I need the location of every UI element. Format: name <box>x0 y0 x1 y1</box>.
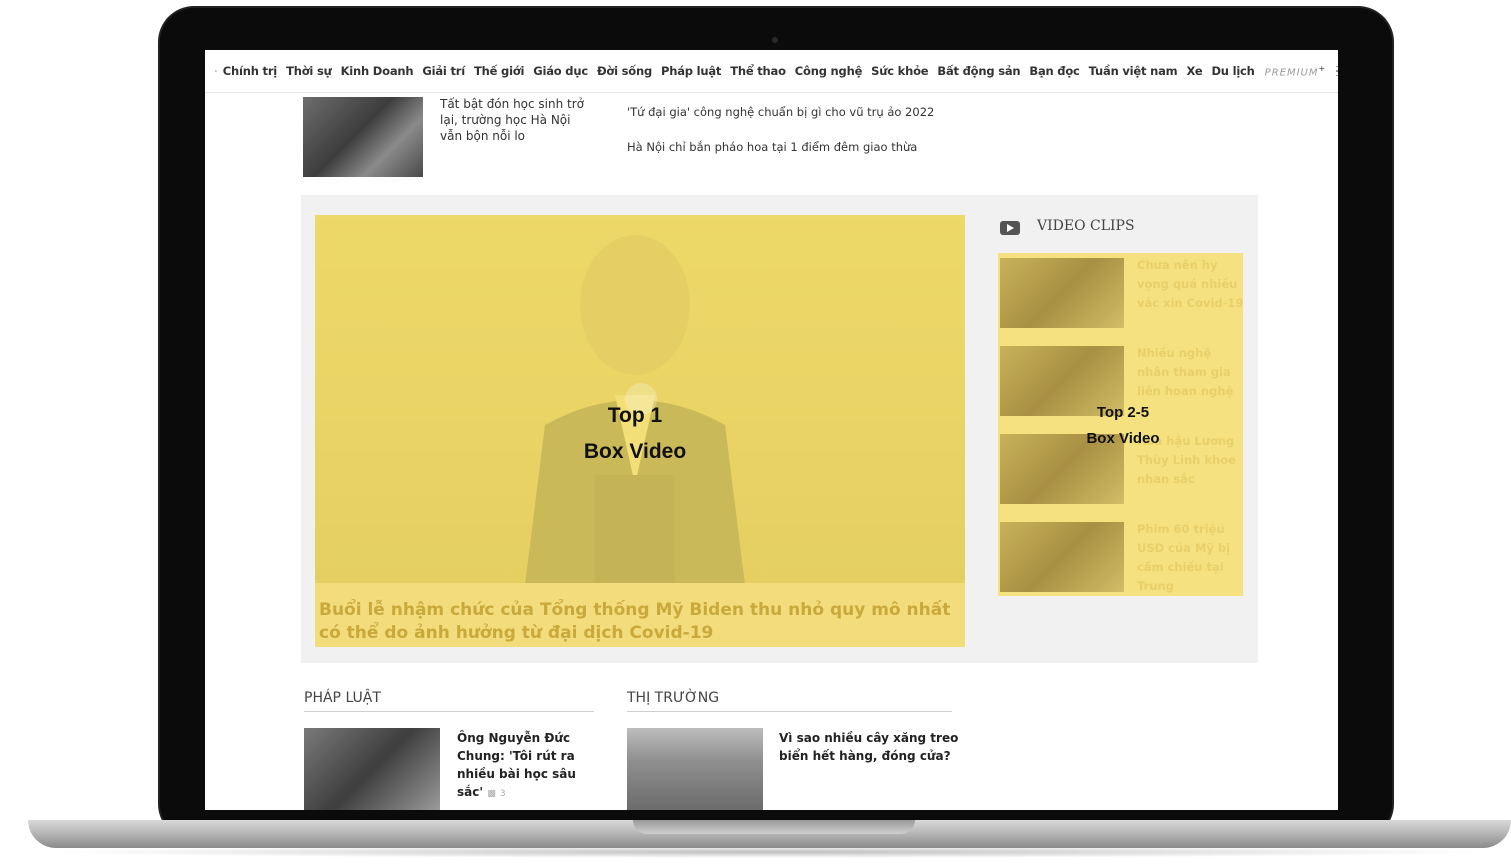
nav-item-kinh-doanh[interactable]: Kinh Doanh <box>341 64 414 78</box>
premium-link[interactable]: PREMIUM+ <box>1265 64 1327 78</box>
clip-thumbnail[interactable] <box>1000 522 1124 592</box>
section-divider <box>304 711 594 712</box>
thi-truong-thumbnail[interactable] <box>627 728 763 810</box>
clip-title-2[interactable]: Nhiều nghệ nhân tham gia liên hoan nghệ <box>1137 344 1245 401</box>
nav-item-ban-doc[interactable]: Bạn đọc <box>1029 64 1079 78</box>
clip-thumbnail[interactable] <box>1000 258 1124 328</box>
nav-item-thoi-su[interactable]: Thời sự <box>286 64 332 78</box>
nav-item-du-lich[interactable]: Du lịch <box>1211 64 1254 78</box>
video-clips-heading: VIDEO CLIPS <box>1037 218 1135 234</box>
thi-truong-article-title[interactable]: Vì sao nhiều cây xăng treo biển hết hàng… <box>779 729 959 765</box>
nav-item-phap-luat[interactable]: Pháp luật <box>661 64 721 78</box>
comment-icon: ▩ <box>487 789 496 799</box>
nav-item-tuan-viet-nam[interactable]: Tuần việt nam <box>1089 64 1178 78</box>
main-nav: Chính trị Thời sự Kinh Doanh Giải trí Th… <box>205 50 1338 93</box>
webcam <box>772 37 778 43</box>
top2-5-box-label: Top 2-5 Box Video <box>1053 400 1193 452</box>
nav-item-doi-song[interactable]: Đời sống <box>597 64 652 78</box>
nav-item-bat-dong-san[interactable]: Bất động sản <box>937 64 1020 78</box>
top1-box-label: Top 1 Box Video <box>535 398 735 470</box>
laptop-notch <box>633 820 915 834</box>
top-article-thumbnail[interactable] <box>303 97 423 177</box>
clip-title-4[interactable]: Phim 60 triệu USD của Mỹ bị cấm chiếu tạ… <box>1137 520 1245 596</box>
clip-title-1[interactable]: Chưa nên hy vọng quá nhiều vắc xin Covid… <box>1137 256 1245 313</box>
phap-luat-article-title[interactable]: Ông Nguyễn Đức Chung: 'Tôi rút ra nhiều … <box>457 731 576 799</box>
nav-item-xe[interactable]: Xe <box>1186 64 1202 78</box>
top1-label-line1: Top 1 <box>607 404 663 427</box>
nav-item-suc-khoe[interactable]: Sức khỏe <box>871 64 928 78</box>
main-video-caption[interactable]: Buổi lễ nhậm chức của Tổng thống Mỹ Bide… <box>319 599 959 645</box>
section-title-phap-luat[interactable]: PHÁP LUẬT <box>304 690 381 706</box>
side-link-1[interactable]: 'Tứ đại gia' công nghệ chuẩn bị gì cho v… <box>627 105 934 119</box>
top2-5-label-line1: Top 2-5 <box>1096 404 1150 421</box>
nav-item-chinh-tri[interactable]: Chính trị <box>223 64 277 78</box>
premium-mark: + <box>1318 63 1327 73</box>
section-divider <box>627 711 952 712</box>
nav-item-the-gioi[interactable]: Thế giới <box>474 64 524 78</box>
side-link-2[interactable]: Hà Nội chỉ bắn pháo hoa tại 1 điểm đêm g… <box>627 140 917 154</box>
nav-item-cong-nghe[interactable]: Công nghệ <box>795 64 863 78</box>
premium-label: PREMIUM <box>1264 67 1319 79</box>
phap-luat-article[interactable]: Ông Nguyễn Đức Chung: 'Tôi rút ra nhiều … <box>457 729 582 803</box>
hamburger-menu-icon[interactable] <box>1336 63 1338 80</box>
nav-item-the-thao[interactable]: Thể thao <box>730 64 786 78</box>
phap-luat-thumbnail[interactable] <box>304 728 440 810</box>
nav-item-giai-tri[interactable]: Giải trí <box>422 64 465 78</box>
top-article-title[interactable]: Tất bật đón học sinh trở lại, trường học… <box>440 96 590 144</box>
section-title-thi-truong[interactable]: THỊ TRƯỜNG <box>627 690 719 706</box>
nav-item-giao-duc[interactable]: Giáo dục <box>533 64 588 78</box>
top2-5-label-line2: Box Video <box>1086 430 1160 447</box>
comment-count: 3 <box>499 789 506 799</box>
youtube-icon <box>1000 221 1020 235</box>
browser-screen: Chính trị Thời sự Kinh Doanh Giải trí Th… <box>205 50 1338 810</box>
top1-label-line2: Box Video <box>583 440 687 463</box>
home-icon[interactable] <box>215 64 217 78</box>
